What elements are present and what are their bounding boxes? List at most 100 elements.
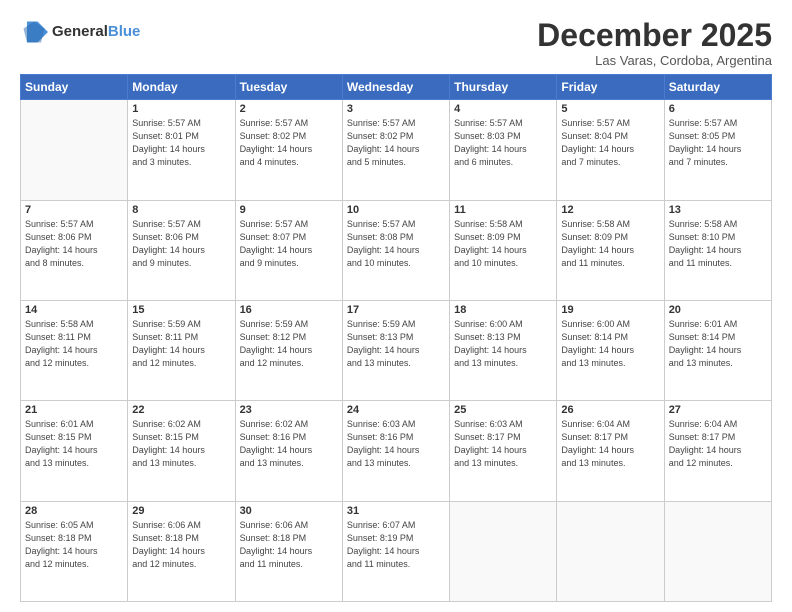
day-number: 10 <box>347 204 445 216</box>
table-row: 27 Sunrise: 6:04 AMSunset: 8:17 PMDayligh… <box>664 401 771 501</box>
header: GeneralBlue December 2025 Las Varas, Cor… <box>20 18 772 68</box>
day-info: Sunrise: 5:57 AMSunset: 8:06 PMDaylight:… <box>132 218 230 270</box>
day-number: 15 <box>132 304 230 316</box>
day-number: 19 <box>561 304 659 316</box>
day-number: 2 <box>240 103 338 115</box>
logo-general: General <box>52 24 108 41</box>
day-info: Sunrise: 5:57 AMSunset: 8:06 PMDaylight:… <box>25 218 123 270</box>
day-number: 14 <box>25 304 123 316</box>
day-number: 4 <box>454 103 552 115</box>
day-number: 27 <box>669 404 767 416</box>
day-number: 23 <box>240 404 338 416</box>
table-row: 18 Sunrise: 6:00 AMSunset: 8:13 PMDayligh… <box>450 300 557 400</box>
day-number: 31 <box>347 505 445 517</box>
table-row: 1 Sunrise: 5:57 AMSunset: 8:01 PMDaylight… <box>128 100 235 200</box>
day-number: 25 <box>454 404 552 416</box>
day-info: Sunrise: 6:01 AMSunset: 8:14 PMDaylight:… <box>669 318 767 370</box>
day-info: Sunrise: 6:04 AMSunset: 8:17 PMDaylight:… <box>561 418 659 470</box>
day-info: Sunrise: 5:57 AMSunset: 8:03 PMDaylight:… <box>454 117 552 169</box>
day-number: 6 <box>669 103 767 115</box>
day-info: Sunrise: 5:57 AMSunset: 8:02 PMDaylight:… <box>347 117 445 169</box>
col-friday: Friday <box>557 75 664 100</box>
day-info: Sunrise: 6:05 AMSunset: 8:18 PMDaylight:… <box>25 519 123 571</box>
day-info: Sunrise: 6:03 AMSunset: 8:16 PMDaylight:… <box>347 418 445 470</box>
day-number: 5 <box>561 103 659 115</box>
table-row: 28 Sunrise: 6:05 AMSunset: 8:18 PMDayligh… <box>21 501 128 601</box>
day-number: 18 <box>454 304 552 316</box>
table-row: 19Sunrise: 6:00 AMSunset: 8:14 PMDayligh… <box>557 300 664 400</box>
table-row: 24Sunrise: 6:03 AMSunset: 8:16 PMDayligh… <box>342 401 449 501</box>
calendar-week-row: 7 Sunrise: 5:57 AMSunset: 8:06 PMDaylight… <box>21 200 772 300</box>
calendar-week-row: 1 Sunrise: 5:57 AMSunset: 8:01 PMDaylight… <box>21 100 772 200</box>
day-info: Sunrise: 5:57 AMSunset: 8:08 PMDaylight:… <box>347 218 445 270</box>
col-monday: Monday <box>128 75 235 100</box>
table-row: 3 Sunrise: 5:57 AMSunset: 8:02 PMDaylight… <box>342 100 449 200</box>
table-row: 17Sunrise: 5:59 AMSunset: 8:13 PMDayligh… <box>342 300 449 400</box>
table-row: 26Sunrise: 6:04 AMSunset: 8:17 PMDayligh… <box>557 401 664 501</box>
table-row: 31 Sunrise: 6:07 AMSunset: 8:19 PMDayligh… <box>342 501 449 601</box>
day-number: 1 <box>132 103 230 115</box>
table-row: 25 Sunrise: 6:03 AMSunset: 8:17 PMDayligh… <box>450 401 557 501</box>
table-row: 9 Sunrise: 5:57 AMSunset: 8:07 PMDaylight… <box>235 200 342 300</box>
day-info: Sunrise: 6:07 AMSunset: 8:19 PMDaylight:… <box>347 519 445 571</box>
day-number: 3 <box>347 103 445 115</box>
calendar-week-row: 28 Sunrise: 6:05 AMSunset: 8:18 PMDayligh… <box>21 501 772 601</box>
day-number: 21 <box>25 404 123 416</box>
calendar-location: Las Varas, Cordoba, Argentina <box>537 53 772 68</box>
col-tuesday: Tuesday <box>235 75 342 100</box>
day-info: Sunrise: 6:02 AMSunset: 8:16 PMDaylight:… <box>240 418 338 470</box>
day-info: Sunrise: 5:58 AMSunset: 8:09 PMDaylight:… <box>561 218 659 270</box>
day-number: 17 <box>347 304 445 316</box>
day-info: Sunrise: 5:57 AMSunset: 8:04 PMDaylight:… <box>561 117 659 169</box>
calendar-title: December 2025 <box>537 18 772 53</box>
table-row: 16Sunrise: 5:59 AMSunset: 8:12 PMDayligh… <box>235 300 342 400</box>
day-info: Sunrise: 6:01 AMSunset: 8:15 PMDaylight:… <box>25 418 123 470</box>
table-row: 12Sunrise: 5:58 AMSunset: 8:09 PMDayligh… <box>557 200 664 300</box>
logo-blue: Blue <box>108 24 141 41</box>
table-row: 2 Sunrise: 5:57 AMSunset: 8:02 PMDaylight… <box>235 100 342 200</box>
day-info: Sunrise: 5:59 AMSunset: 8:11 PMDaylight:… <box>132 318 230 370</box>
title-block: December 2025 Las Varas, Cordoba, Argent… <box>537 18 772 68</box>
day-info: Sunrise: 6:06 AMSunset: 8:18 PMDaylight:… <box>132 519 230 571</box>
day-number: 30 <box>240 505 338 517</box>
table-row <box>664 501 771 601</box>
day-info: Sunrise: 5:58 AMSunset: 8:09 PMDaylight:… <box>454 218 552 270</box>
logo: GeneralBlue <box>20 18 140 46</box>
day-number: 28 <box>25 505 123 517</box>
table-row <box>450 501 557 601</box>
day-info: Sunrise: 6:00 AMSunset: 8:13 PMDaylight:… <box>454 318 552 370</box>
day-info: Sunrise: 6:06 AMSunset: 8:18 PMDaylight:… <box>240 519 338 571</box>
col-saturday: Saturday <box>664 75 771 100</box>
table-row: 15 Sunrise: 5:59 AMSunset: 8:11 PMDayligh… <box>128 300 235 400</box>
day-number: 8 <box>132 204 230 216</box>
table-row: 30 Sunrise: 6:06 AMSunset: 8:18 PMDayligh… <box>235 501 342 601</box>
calendar-header-row: Sunday Monday Tuesday Wednesday Thursday… <box>21 75 772 100</box>
calendar-table: Sunday Monday Tuesday Wednesday Thursday… <box>20 74 772 602</box>
table-row: 6Sunrise: 5:57 AMSunset: 8:05 PMDaylight… <box>664 100 771 200</box>
day-number: 9 <box>240 204 338 216</box>
table-row: 21 Sunrise: 6:01 AMSunset: 8:15 PMDayligh… <box>21 401 128 501</box>
table-row: 4 Sunrise: 5:57 AMSunset: 8:03 PMDaylight… <box>450 100 557 200</box>
table-row: 7 Sunrise: 5:57 AMSunset: 8:06 PMDaylight… <box>21 200 128 300</box>
day-number: 13 <box>669 204 767 216</box>
day-info: Sunrise: 5:58 AMSunset: 8:11 PMDaylight:… <box>25 318 123 370</box>
day-info: Sunrise: 6:03 AMSunset: 8:17 PMDaylight:… <box>454 418 552 470</box>
day-info: Sunrise: 5:57 AMSunset: 8:07 PMDaylight:… <box>240 218 338 270</box>
day-number: 16 <box>240 304 338 316</box>
day-info: Sunrise: 5:57 AMSunset: 8:01 PMDaylight:… <box>132 117 230 169</box>
day-number: 22 <box>132 404 230 416</box>
day-number: 20 <box>669 304 767 316</box>
day-number: 7 <box>25 204 123 216</box>
calendar-week-row: 14 Sunrise: 5:58 AMSunset: 8:11 PMDayligh… <box>21 300 772 400</box>
table-row: 8 Sunrise: 5:57 AMSunset: 8:06 PMDaylight… <box>128 200 235 300</box>
day-number: 11 <box>454 204 552 216</box>
col-thursday: Thursday <box>450 75 557 100</box>
day-info: Sunrise: 5:58 AMSunset: 8:10 PMDaylight:… <box>669 218 767 270</box>
day-info: Sunrise: 6:02 AMSunset: 8:15 PMDaylight:… <box>132 418 230 470</box>
table-row: 14 Sunrise: 5:58 AMSunset: 8:11 PMDayligh… <box>21 300 128 400</box>
table-row: 5 Sunrise: 5:57 AMSunset: 8:04 PMDaylight… <box>557 100 664 200</box>
day-info: Sunrise: 5:57 AMSunset: 8:02 PMDaylight:… <box>240 117 338 169</box>
day-info: Sunrise: 6:04 AMSunset: 8:17 PMDaylight:… <box>669 418 767 470</box>
col-sunday: Sunday <box>21 75 128 100</box>
table-row: 11 Sunrise: 5:58 AMSunset: 8:09 PMDayligh… <box>450 200 557 300</box>
